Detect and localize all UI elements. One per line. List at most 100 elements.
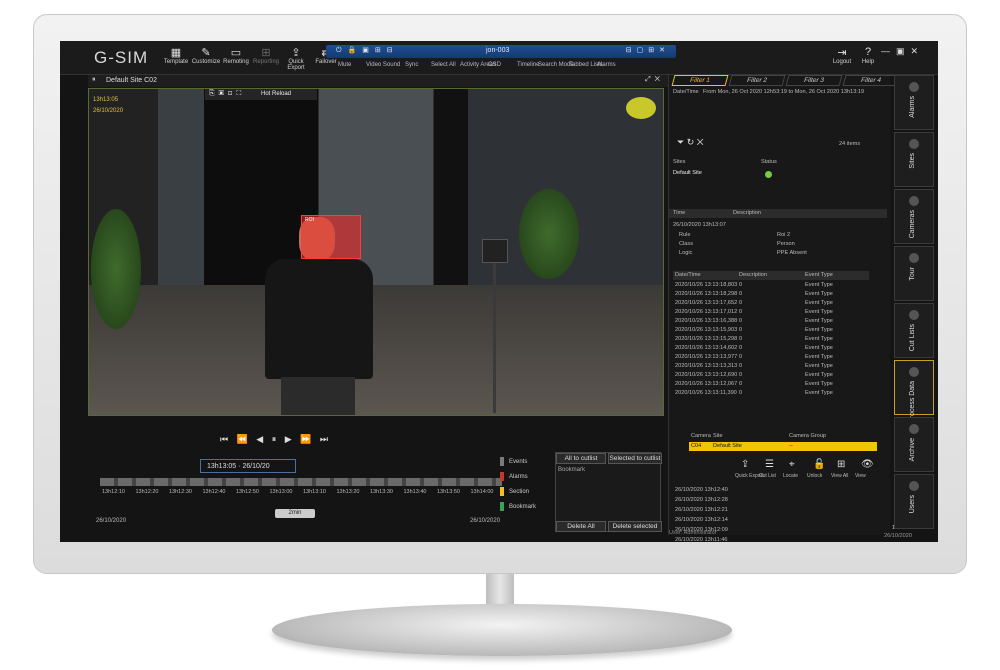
camera-col-header[interactable]: Camera <box>691 433 711 439</box>
event-col-header[interactable]: Event Type <box>805 272 833 278</box>
timeline-tick: 13h13:50 <box>437 489 460 495</box>
legend-swatch <box>500 456 504 466</box>
filter-icons[interactable]: ⏷ ↻ ✕ <box>677 137 704 148</box>
event-row-desc: 0 <box>739 282 743 288</box>
event-row-type: Event Type <box>805 327 833 333</box>
toolbar-reporting-button[interactable]: ⊞ Reporting <box>250 46 282 65</box>
delete-selected-button[interactable]: Delete selected <box>608 521 662 532</box>
camera-col-header[interactable]: Site <box>713 433 723 439</box>
toolbar-quick-export-button[interactable]: ⇪ Quick Export <box>280 46 312 71</box>
video-title: Default Site C02 <box>106 77 157 84</box>
camera-row[interactable]: C04 Default Site -- <box>689 442 877 451</box>
history-item[interactable]: 26/10/2020 13h12:40 <box>675 487 728 493</box>
action-view-label[interactable]: View <box>855 473 866 479</box>
logout-label: Logout <box>832 59 852 65</box>
event-row-desc: 0 <box>739 318 743 324</box>
activity-area-marker[interactable] <box>626 97 656 119</box>
window-title-bar[interactable]: ⏻🔒▣⊞⊟ jon-003 ⊟▢⊞✕ <box>326 45 676 58</box>
event-row-type: Event Type <box>805 354 833 360</box>
event-row-time[interactable]: 2020/10/26 13:13:16,388 <box>675 318 737 324</box>
toolbar-select-all-label[interactable]: Select All <box>431 62 456 68</box>
selected-event[interactable]: 26/10/2020 13h13:07 <box>673 222 726 228</box>
action-locate-label[interactable]: Locate <box>783 473 798 479</box>
toolbar-osd-label[interactable]: OSD <box>488 62 501 68</box>
tab-filter-1[interactable]: Filter 1 <box>671 75 729 86</box>
toolbar-customize-button[interactable]: ✎ Customize <box>190 46 222 65</box>
date-left: 26/10/2020 <box>96 518 127 524</box>
history-item[interactable]: 26/10/2020 13h11:46 <box>675 537 727 542</box>
action-unlock-label[interactable]: Unlock <box>807 473 822 479</box>
event-row-time[interactable]: 2020/10/26 13:13:17,012 <box>675 309 737 315</box>
overlay-icons[interactable]: ⎘▣⊡⛶ <box>209 90 245 98</box>
event-row-time[interactable]: 2020/10/26 13:13:13,977 <box>675 354 737 360</box>
toolbar-mute-label[interactable]: Mute <box>338 62 351 68</box>
toolbar-timeline-label[interactable]: Timeline <box>517 62 539 68</box>
detection-box[interactable]: ROI <box>301 215 361 259</box>
action-unlock-icon[interactable]: 🔓 <box>813 459 825 470</box>
event-row-desc: 0 <box>739 390 743 396</box>
action-cut-list-icon[interactable]: ☰ <box>765 459 774 470</box>
toolbar-video-sound-label[interactable]: Video Sound <box>366 62 400 68</box>
event-row-time[interactable]: 2020/10/26 13:13:11,390 <box>675 390 737 396</box>
detail-value: Roi 2 <box>777 232 791 238</box>
history-item[interactable]: 26/10/2020 13h12:28 <box>675 497 728 503</box>
event-row-time[interactable]: 2020/10/26 13:13:13,313 <box>675 363 737 369</box>
toolbar-remoting-button[interactable]: ▭ Remoting <box>220 46 252 65</box>
window-controls[interactable]: —▣✕ <box>881 46 924 57</box>
timeline-bar[interactable] <box>100 478 502 486</box>
action-view-all-icon[interactable]: ⊞ <box>837 459 845 470</box>
delete-all-button[interactable]: Delete All <box>556 521 606 532</box>
event-col-header[interactable]: Description <box>739 272 767 278</box>
toolbar-sync-label[interactable]: Sync <box>405 62 418 68</box>
hot-reload-button[interactable]: Hot Reload <box>261 91 291 97</box>
video-feed[interactable]: ROI 13h13:05 26/10/2020 ⎘▣⊡⛶ Hot Reload <box>88 88 664 416</box>
title-bar-controls[interactable]: ⊟▢⊞✕ <box>626 46 670 54</box>
tab-filter-3[interactable]: Filter 3 <box>785 75 843 86</box>
event-row-type: Event Type <box>805 336 833 342</box>
legend-item-bookmark: Bookmark <box>500 500 536 515</box>
site-name[interactable]: Default Site <box>673 170 702 176</box>
zoom-slider[interactable]: 2min <box>275 509 315 518</box>
event-row-time[interactable]: 2020/10/26 13:13:18,803 <box>675 282 737 288</box>
event-row-time[interactable]: 2020/10/26 13:13:15,903 <box>675 327 737 333</box>
side-tab-cameras[interactable]: Cameras <box>894 189 934 244</box>
playback-controls[interactable]: ⏮ ⏪ ◀ ⏸ ▶ ⏩ ⏭ <box>220 434 520 448</box>
description-header[interactable]: Description <box>733 210 761 216</box>
history-item[interactable]: 26/10/2020 13h12:21 <box>675 507 728 513</box>
toolbar-template-button[interactable]: ▦ Template <box>160 46 192 65</box>
history-item[interactable]: 26/10/2020 13h12:14 <box>675 517 728 523</box>
action-locate-icon[interactable]: ⌖ <box>789 459 795 470</box>
all-to-cutlist-button[interactable]: All to cutlist <box>556 453 606 464</box>
event-row-time[interactable]: 2020/10/26 13:13:12,067 <box>675 381 737 387</box>
action-cut-list-label[interactable]: Cut List <box>759 473 776 479</box>
event-row-time[interactable]: 2020/10/26 13:13:15,298 <box>675 336 737 342</box>
tab-filter-4[interactable]: Filter 4 <box>842 75 900 86</box>
template-label: Template <box>163 59 189 65</box>
selected-to-cutlist-button[interactable]: Selected to cutlist <box>608 453 662 464</box>
time-header[interactable]: Time <box>673 210 685 216</box>
event-row-time[interactable]: 2020/10/26 13:13:18,298 <box>675 291 737 297</box>
side-tab-tour[interactable]: Tour <box>894 246 934 301</box>
action-view-icon[interactable]: 👁 <box>861 459 874 470</box>
side-tab-process-data[interactable]: Process Data <box>894 360 934 423</box>
event-col-header[interactable]: Date/Time <box>675 272 701 278</box>
action-quick-export-icon[interactable]: ⇪ <box>741 459 749 470</box>
toolbar-alarms-label[interactable]: Alarms <box>597 62 616 68</box>
camera-col-header[interactable]: Camera Group <box>789 433 826 439</box>
side-tab-icon <box>909 82 919 92</box>
side-tab-cut-lists[interactable]: Cut Lists <box>894 303 934 358</box>
pause-icon[interactable]: ⏸ <box>92 76 96 84</box>
action-view-all-label[interactable]: View All <box>831 473 848 479</box>
side-tab-alarms[interactable]: Alarms <box>894 75 934 130</box>
side-tab-users[interactable]: Users <box>894 474 934 529</box>
playback-time-box[interactable]: 13h13:05 · 26/10/20 <box>200 459 296 473</box>
filter-tabs: Filter 1 Filter 2 Filter 3 Filter 4 <box>669 75 900 86</box>
event-row-time[interactable]: 2020/10/26 13:13:17,652 <box>675 300 737 306</box>
video-window-controls[interactable]: ⤢✕ <box>645 76 664 84</box>
event-row-time[interactable]: 2020/10/26 13:13:14,602 <box>675 345 737 351</box>
side-tab-archive[interactable]: Archive <box>894 417 934 472</box>
event-row-time[interactable]: 2020/10/26 13:13:12,690 <box>675 372 737 378</box>
tab-filter-2[interactable]: Filter 2 <box>728 75 786 86</box>
toolbar-help-button[interactable]: ? Help <box>852 46 884 65</box>
side-tab-sites[interactable]: Sites <box>894 132 934 187</box>
